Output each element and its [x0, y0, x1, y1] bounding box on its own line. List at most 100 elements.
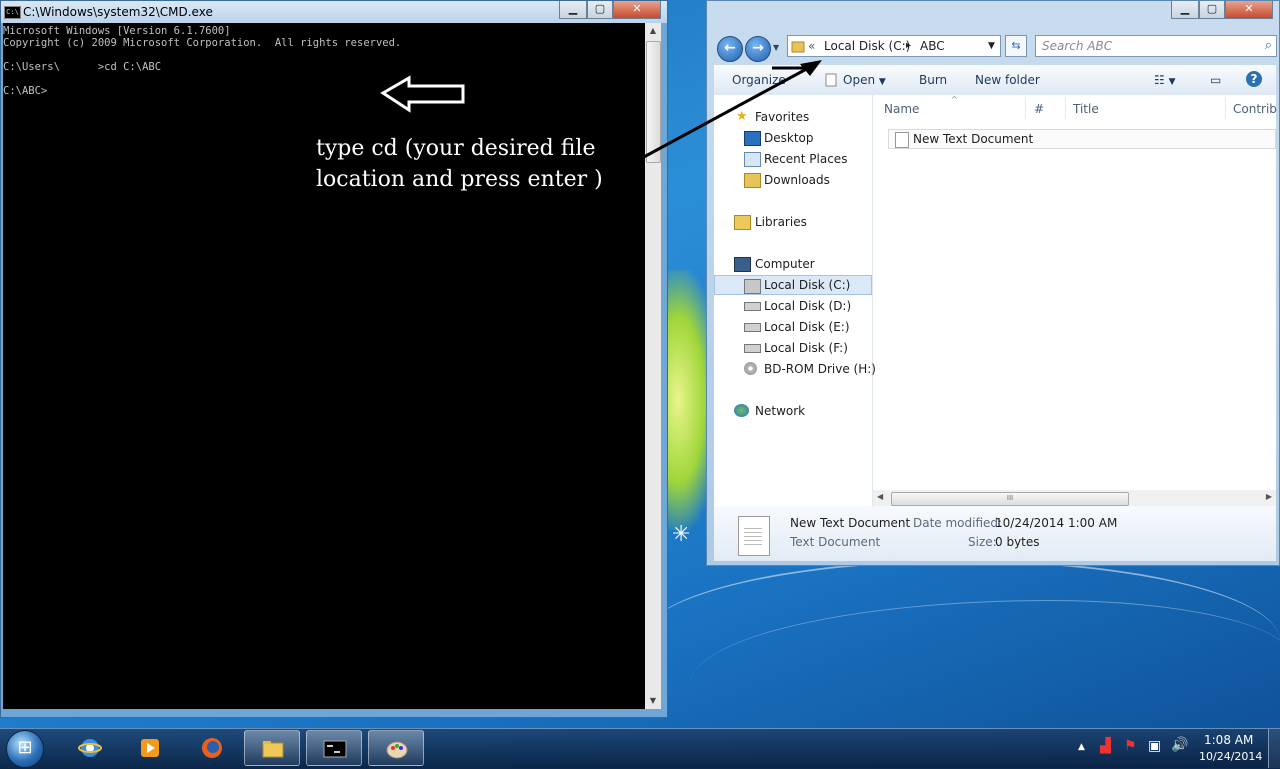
- nav-favorites[interactable]: ★ Favorites: [714, 107, 872, 127]
- scroll-right-icon[interactable]: ▶: [1266, 492, 1272, 501]
- text-document-icon: [895, 132, 909, 148]
- cmd-line: Microsoft Windows [Version 6.1.7600]: [3, 25, 231, 37]
- search-box[interactable]: Search ABC ⌕: [1035, 35, 1277, 57]
- explorer-maximize-button[interactable]: ▢: [1199, 1, 1225, 19]
- network-signal-icon[interactable]: ▟: [1100, 738, 1111, 754]
- star-icon: ★: [736, 109, 748, 124]
- file-row[interactable]: New Text Document: [888, 129, 1276, 149]
- nav-computer[interactable]: Computer: [714, 254, 872, 274]
- details-pane: New Text Document Text Document Date mod…: [714, 506, 1276, 561]
- nav-bd-rom-drive[interactable]: BD-ROM Drive (H:): [714, 359, 876, 379]
- column-name[interactable]: Name: [884, 102, 919, 116]
- clock-time[interactable]: 1:08 AM: [1204, 733, 1253, 747]
- column-divider[interactable]: [1025, 98, 1026, 118]
- cmd-line: ​: [3, 73, 401, 85]
- scroll-left-icon[interactable]: ◀: [877, 492, 883, 501]
- column-divider[interactable]: [1065, 98, 1066, 118]
- breadcrumb-separator-icon[interactable]: ▸: [906, 40, 911, 51]
- nav-network[interactable]: Network: [714, 401, 872, 421]
- nav-favorites-label: Favorites: [755, 110, 810, 124]
- taskbar-firefox[interactable]: [184, 730, 240, 766]
- volume-icon[interactable]: 🔊: [1171, 737, 1188, 753]
- minimize-icon: ▁: [1180, 2, 1190, 15]
- explorer-content: ★ Favorites Desktop Recent Places Downlo…: [714, 95, 1277, 506]
- preview-pane-button[interactable]: ▭: [1210, 73, 1221, 87]
- back-arrow-icon: ←: [724, 40, 736, 56]
- recent-pages-dropdown-icon[interactable]: ▼: [773, 43, 779, 52]
- nav-local-disk-f[interactable]: Local Disk (F:): [714, 338, 872, 358]
- windows-logo-icon: ⊞: [17, 737, 33, 758]
- nav-computer-label: Computer: [755, 257, 815, 271]
- cmd-vertical-scrollbar[interactable]: ▲ ▼: [645, 23, 661, 709]
- scroll-grip: III: [1006, 494, 1014, 502]
- wallpaper-sparkle: ✳: [672, 522, 691, 547]
- nav-local-disk-e[interactable]: Local Disk (E:): [714, 317, 872, 337]
- address-overflow-chevron[interactable]: «: [808, 39, 815, 53]
- breadcrumb-local-disk-c[interactable]: Local Disk (C:): [824, 39, 910, 53]
- power-icon[interactable]: ▣: [1148, 738, 1161, 754]
- libraries-icon: [734, 215, 751, 230]
- cmd-console[interactable]: Microsoft Windows [Version 6.1.7600] Copy…: [3, 23, 645, 709]
- taskbar-paint[interactable]: [368, 730, 424, 766]
- forward-button[interactable]: →: [745, 36, 771, 62]
- start-button[interactable]: ⊞: [6, 730, 44, 768]
- back-button[interactable]: ←: [717, 36, 743, 62]
- nav-local-disk-c[interactable]: Local Disk (C:): [714, 275, 872, 295]
- open-button[interactable]: Open ▼: [843, 73, 886, 87]
- cmd-output: Microsoft Windows [Version 6.1.7600] Copy…: [3, 25, 401, 97]
- view-list-icon: ☷: [1154, 73, 1165, 87]
- chevron-down-icon: ▼: [1168, 77, 1176, 87]
- column-title[interactable]: Title: [1073, 102, 1099, 116]
- column-divider[interactable]: [1225, 98, 1226, 118]
- explorer-close-button[interactable]: ✕: [1225, 1, 1273, 19]
- nav-local-disk-d[interactable]: Local Disk (D:): [714, 296, 872, 316]
- navigation-pane[interactable]: ★ Favorites Desktop Recent Places Downlo…: [714, 95, 876, 506]
- help-button[interactable]: ?: [1246, 71, 1262, 87]
- paint-palette-icon: [386, 741, 408, 759]
- network-icon: [734, 404, 749, 417]
- open-label: Open: [843, 73, 876, 87]
- close-icon: ✕: [632, 2, 642, 15]
- close-button[interactable]: ✕: [613, 1, 661, 19]
- horizontal-scrollbar[interactable]: ◀ III ▶: [873, 490, 1276, 506]
- address-bar[interactable]: « Local Disk (C:) ▸ ABC ▼: [787, 35, 1001, 57]
- windows-drive-icon: [744, 279, 761, 294]
- search-input[interactable]: Search ABC: [1042, 39, 1112, 53]
- organize-button[interactable]: Organize: [732, 73, 786, 87]
- cmd-window[interactable]: C:\ C:\Windows\system32\CMD.exe ▁ ▢ ✕ Mi…: [0, 0, 668, 718]
- address-dropdown-icon[interactable]: ▼: [988, 41, 995, 51]
- scroll-thumb[interactable]: [646, 41, 661, 163]
- change-view-button[interactable]: ☷ ▼: [1154, 73, 1176, 87]
- new-folder-button[interactable]: New folder: [975, 73, 1040, 87]
- show-desktop-button[interactable]: [1268, 729, 1280, 768]
- nav-libraries[interactable]: Libraries: [714, 212, 872, 232]
- refresh-button[interactable]: ⇆: [1005, 35, 1027, 57]
- taskbar-internet-explorer[interactable]: [62, 730, 118, 766]
- recent-places-icon: [744, 152, 761, 167]
- maximize-button[interactable]: ▢: [587, 1, 613, 19]
- taskbar-media-player[interactable]: [122, 730, 178, 766]
- show-hidden-icons-icon[interactable]: ▲: [1078, 742, 1085, 752]
- scroll-down-icon[interactable]: ▼: [645, 693, 661, 709]
- nav-desktop[interactable]: Desktop: [714, 128, 872, 148]
- taskbar-windows-explorer[interactable]: [244, 730, 300, 766]
- explorer-minimize-button[interactable]: ▁: [1171, 1, 1199, 19]
- burn-button[interactable]: Burn: [919, 73, 947, 87]
- search-icon[interactable]: ⌕: [1265, 38, 1272, 53]
- explorer-window[interactable]: ▁ ▢ ✕ ← → ▼ « Local Disk (C:) ▸ ABC ▼ ⇆ …: [706, 0, 1280, 566]
- open-file-icon: [825, 73, 837, 87]
- organize-label: Organize: [732, 73, 786, 87]
- column-contributing-artists[interactable]: Contrib: [1233, 102, 1277, 116]
- scroll-thumb[interactable]: III: [891, 492, 1129, 506]
- nav-recent-places[interactable]: Recent Places: [714, 149, 872, 169]
- minimize-button[interactable]: ▁: [559, 1, 587, 19]
- action-center-flag-icon[interactable]: ⚑: [1124, 738, 1137, 754]
- column-number[interactable]: #: [1034, 102, 1044, 116]
- cmd-app-icon[interactable]: C:\: [4, 6, 21, 19]
- disc-drive-icon: [744, 362, 757, 375]
- scroll-up-icon[interactable]: ▲: [645, 23, 661, 39]
- nav-downloads[interactable]: Downloads: [714, 170, 872, 190]
- taskbar-command-prompt[interactable]: [306, 730, 362, 766]
- breadcrumb-abc[interactable]: ABC: [920, 39, 945, 53]
- clock-date[interactable]: 10/24/2014: [1199, 750, 1262, 763]
